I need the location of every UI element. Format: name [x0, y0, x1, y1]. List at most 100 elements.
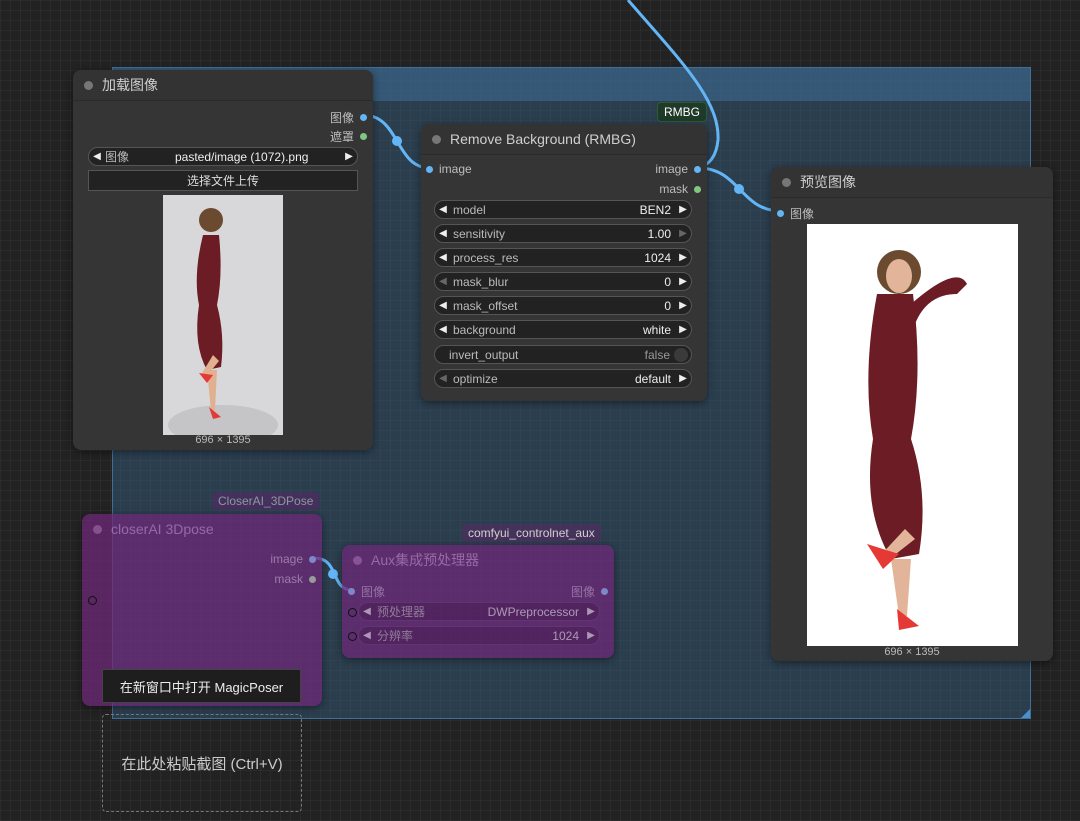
- arrow-left-icon[interactable]: ◀: [435, 228, 451, 239]
- slot-dot-icon[interactable]: [777, 210, 784, 217]
- input-slot-dot-icon[interactable]: [88, 596, 97, 605]
- node-title: Aux集成预处理器: [371, 552, 480, 568]
- output-slot-mask[interactable]: 遮罩: [330, 128, 367, 145]
- arrow-left-icon[interactable]: ◀: [435, 324, 451, 335]
- node-title-bar[interactable]: Aux集成预处理器: [342, 545, 614, 575]
- arrow-left-icon[interactable]: ◀: [435, 252, 451, 263]
- output-slot-mask[interactable]: mask: [274, 572, 316, 586]
- arrow-left-icon[interactable]: ◀: [435, 204, 451, 215]
- input-slot-image[interactable]: 图像: [348, 583, 385, 600]
- mask-blur-widget[interactable]: ◀ mask_blur 0 ▶: [434, 272, 692, 291]
- widget-value: 0: [664, 298, 671, 313]
- mask-offset-widget[interactable]: ◀ mask_offset 0 ▶: [434, 296, 692, 315]
- arrow-left-icon[interactable]: ◀: [435, 300, 451, 311]
- slot-dot-icon[interactable]: [426, 165, 433, 173]
- collapse-dot-icon[interactable]: [93, 524, 102, 534]
- rmbg-node[interactable]: Remove Background (RMBG) image image mas…: [421, 124, 707, 401]
- slot-dot-icon[interactable]: [348, 588, 355, 595]
- output-slot-image[interactable]: 图像: [330, 109, 367, 126]
- input-slot-image[interactable]: image: [426, 162, 472, 176]
- model-widget[interactable]: ◀ model BEN2 ▶: [434, 200, 692, 219]
- paste-screenshot-zone[interactable]: 在此处粘贴截图 (Ctrl+V): [102, 714, 302, 812]
- slot-label: mask: [659, 182, 688, 196]
- arrow-right-icon[interactable]: ▶: [675, 228, 691, 239]
- arrow-right-icon[interactable]: ▶: [675, 300, 691, 311]
- arrow-right-icon[interactable]: ▶: [675, 276, 691, 287]
- widget-label: 分辨率: [377, 629, 414, 643]
- collapse-dot-icon[interactable]: [84, 80, 93, 90]
- slot-dot-icon[interactable]: [309, 555, 316, 563]
- arrow-right-icon[interactable]: ▶: [675, 324, 691, 335]
- collapse-dot-icon[interactable]: [353, 555, 362, 565]
- invert-output-toggle[interactable]: invert_output false: [434, 345, 692, 364]
- aux-preprocessor-node[interactable]: Aux集成预处理器 图像 图像 ◀ 预处理器 DWPreprocessor ▶ …: [342, 545, 614, 658]
- widget-value: false: [644, 347, 670, 362]
- toggle-knob-icon[interactable]: [674, 347, 688, 362]
- widget-value: pasted/image (1072).png: [175, 149, 309, 164]
- sensitivity-widget[interactable]: ◀ sensitivity 1.00 ▶: [434, 224, 692, 243]
- widget-value: 1024: [552, 628, 579, 643]
- image-combo-widget[interactable]: ◀ 图像 pasted/image (1072).png ▶: [88, 147, 358, 166]
- widget-value: DWPreprocessor: [487, 604, 579, 619]
- slot-dot-icon[interactable]: [360, 133, 367, 140]
- slot-dot-icon[interactable]: [360, 114, 367, 121]
- arrow-left-icon[interactable]: ◀: [359, 606, 375, 617]
- output-slot-image[interactable]: image: [270, 552, 316, 566]
- output-slot-image[interactable]: 图像: [571, 583, 608, 600]
- widget-label: model: [453, 202, 486, 217]
- arrow-right-icon[interactable]: ▶: [675, 204, 691, 215]
- collapse-dot-icon[interactable]: [782, 177, 791, 187]
- slot-dot-icon[interactable]: [601, 588, 608, 595]
- preprocessor-widget[interactable]: ◀ 预处理器 DWPreprocessor ▶: [358, 602, 600, 621]
- arrow-left-icon[interactable]: ◀: [435, 276, 451, 287]
- widget-label: 预处理器: [377, 605, 426, 619]
- arrow-left-icon[interactable]: ◀: [89, 151, 105, 162]
- widget-label: background: [453, 322, 516, 337]
- widget-input-dot-icon[interactable]: [348, 608, 357, 617]
- open-magicposer-button[interactable]: 在新窗口中打开 MagicPoser: [102, 669, 301, 703]
- collapse-dot-icon[interactable]: [432, 134, 441, 144]
- closerai-3dpose-node[interactable]: closerAI 3Dpose image mask 在新窗口中打开 Magic…: [82, 514, 322, 706]
- arrow-right-icon[interactable]: ▶: [341, 151, 357, 162]
- slot-dot-icon[interactable]: [309, 575, 316, 583]
- optimize-widget[interactable]: ◀ optimize default ▶: [434, 369, 692, 388]
- arrow-left-icon[interactable]: ◀: [359, 630, 375, 641]
- slot-label: 遮罩: [329, 130, 354, 144]
- widget-input-dot-icon[interactable]: [348, 632, 357, 641]
- background-widget[interactable]: ◀ background white ▶: [434, 320, 692, 339]
- load-image-node[interactable]: 加载图像 图像 遮罩 ◀ 图像 pasted/image (1072).png …: [73, 70, 373, 450]
- arrow-right-icon[interactable]: ▶: [675, 252, 691, 263]
- output-slot-mask[interactable]: mask: [659, 182, 701, 196]
- arrow-right-icon[interactable]: ▶: [583, 630, 599, 641]
- widget-label: 图像: [105, 150, 130, 164]
- widget-label: mask_offset: [453, 298, 518, 313]
- arrow-right-icon[interactable]: ▶: [583, 606, 599, 617]
- preview-image: [807, 224, 1018, 646]
- image-preview: [163, 195, 283, 435]
- slot-label: image: [655, 162, 688, 176]
- widget-label: process_res: [453, 250, 519, 265]
- resolution-widget[interactable]: ◀ 分辨率 1024 ▶: [358, 626, 600, 645]
- output-slot-image[interactable]: image: [655, 162, 701, 176]
- widget-label: invert_output: [449, 347, 519, 362]
- process-res-widget[interactable]: ◀ process_res 1024 ▶: [434, 248, 692, 267]
- arrow-left-icon[interactable]: ◀: [435, 373, 451, 384]
- arrow-right-icon[interactable]: ▶: [675, 373, 691, 384]
- widget-value: 0: [664, 274, 671, 289]
- slot-dot-icon[interactable]: [694, 185, 701, 193]
- node-badge: comfyui_controlnet_aux: [462, 524, 601, 542]
- node-title: Remove Background (RMBG): [450, 131, 636, 147]
- input-slot-image[interactable]: 图像: [777, 205, 814, 222]
- node-title-bar[interactable]: 预览图像: [771, 167, 1053, 198]
- slot-dot-icon[interactable]: [694, 165, 701, 173]
- widget-value: 1024: [644, 250, 671, 265]
- upload-button[interactable]: 选择文件上传: [88, 170, 358, 191]
- link-midpoint: [392, 136, 402, 146]
- node-title: 加载图像: [102, 77, 158, 93]
- node-title-bar[interactable]: 加载图像: [73, 70, 373, 101]
- node-title-bar[interactable]: closerAI 3Dpose: [82, 514, 322, 544]
- node-title: closerAI 3Dpose: [111, 521, 214, 537]
- node-badge: CloserAI_3DPose: [212, 492, 320, 510]
- preview-image-node[interactable]: 预览图像 图像 696 × 1395: [771, 167, 1053, 661]
- node-title-bar[interactable]: Remove Background (RMBG): [421, 124, 707, 155]
